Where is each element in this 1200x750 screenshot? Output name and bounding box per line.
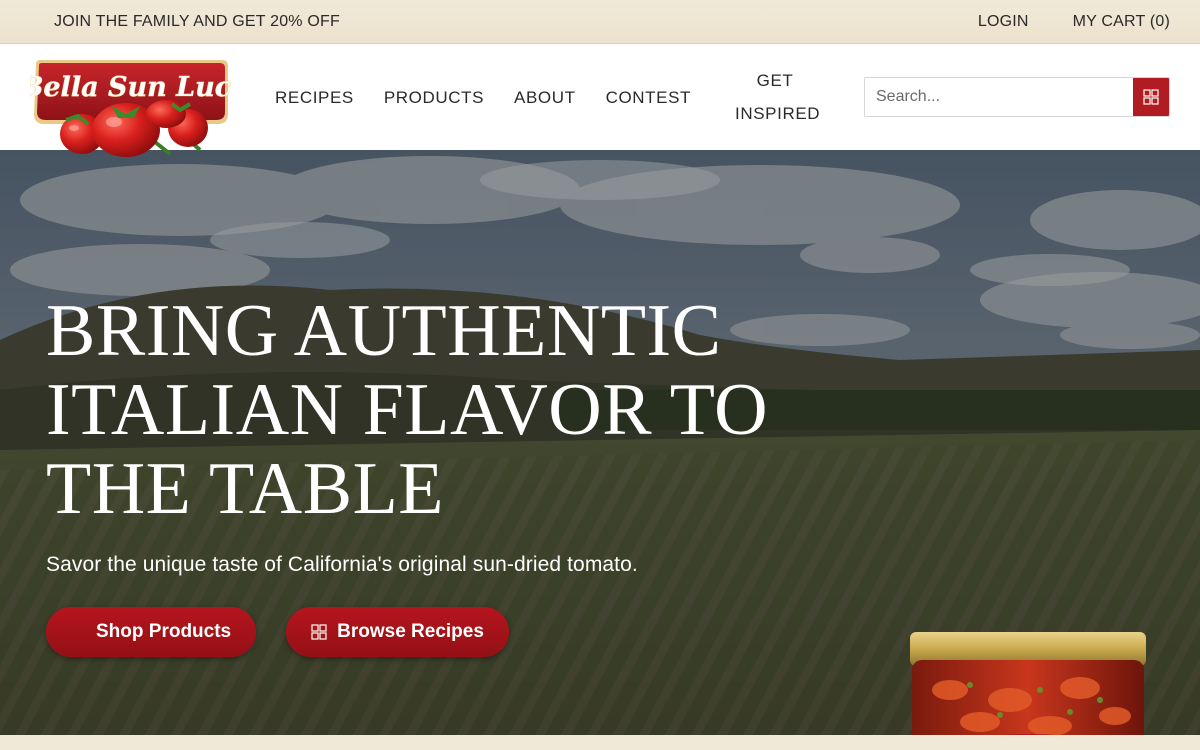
- nav-recipes[interactable]: RECIPES: [260, 81, 369, 114]
- shop-products-button[interactable]: Shop Products: [46, 607, 257, 657]
- hero-title-line3: THE TABLE: [46, 448, 444, 530]
- site-header: Bella Sun Luci RECIPES PRODUCTS ABOUT CO…: [0, 44, 1200, 157]
- hero-title: BRING AUTHENTIC ITALIAN FLAVOR TO THE TA…: [46, 292, 846, 529]
- search-box: [864, 77, 1170, 117]
- join-family-promo-link[interactable]: JOIN THE FAMILY AND GET 20% OFF: [54, 13, 340, 31]
- shop-products-label: Shop Products: [96, 621, 232, 642]
- bella-sun-luci-logo-icon: Bella Sun Luci: [19, 60, 242, 157]
- hero-buttons: Shop Products Browse Recipes: [46, 607, 846, 657]
- grid-icon: [1143, 89, 1159, 105]
- login-link[interactable]: LOGIN: [978, 13, 1029, 31]
- tomato-jar-image: [910, 632, 1146, 735]
- nav-get-inspired-line1: GET: [756, 71, 794, 90]
- hero-title-line2: ITALIAN FLAVOR TO: [46, 369, 769, 451]
- nav-about[interactable]: ABOUT: [499, 81, 591, 114]
- account-links: LOGIN MY CART (0): [978, 13, 1170, 31]
- bottom-strip: [0, 735, 1200, 750]
- my-cart-link[interactable]: MY CART (0): [1073, 13, 1170, 31]
- logo-wordmark: Bella Sun Luci: [30, 72, 232, 103]
- nav-get-inspired-line2: INSPIRED: [735, 104, 821, 123]
- promo-bar: JOIN THE FAMILY AND GET 20% OFF LOGIN MY…: [0, 0, 1200, 44]
- hero-banner: BRING AUTHENTIC ITALIAN FLAVOR TO THE TA…: [0, 150, 1200, 735]
- hero-subtitle: Savor the unique taste of California's o…: [46, 553, 638, 576]
- search-input[interactable]: [865, 78, 1133, 116]
- main-nav: RECIPES PRODUCTS ABOUT CONTEST GET INSPI…: [260, 44, 830, 150]
- search-button[interactable]: [1133, 78, 1169, 116]
- browse-recipes-button[interactable]: Browse Recipes: [286, 607, 509, 657]
- hero-content: BRING AUTHENTIC ITALIAN FLAVOR TO THE TA…: [46, 292, 846, 657]
- nav-get-inspired[interactable]: GET INSPIRED: [720, 64, 830, 130]
- hero-title-line1: BRING AUTHENTIC: [46, 290, 722, 372]
- nav-products[interactable]: PRODUCTS: [369, 81, 499, 114]
- nav-contest[interactable]: CONTEST: [591, 81, 706, 114]
- grid-icon: [311, 624, 327, 640]
- browse-recipes-label: Browse Recipes: [337, 621, 484, 642]
- brand-logo[interactable]: Bella Sun Luci: [19, 58, 242, 158]
